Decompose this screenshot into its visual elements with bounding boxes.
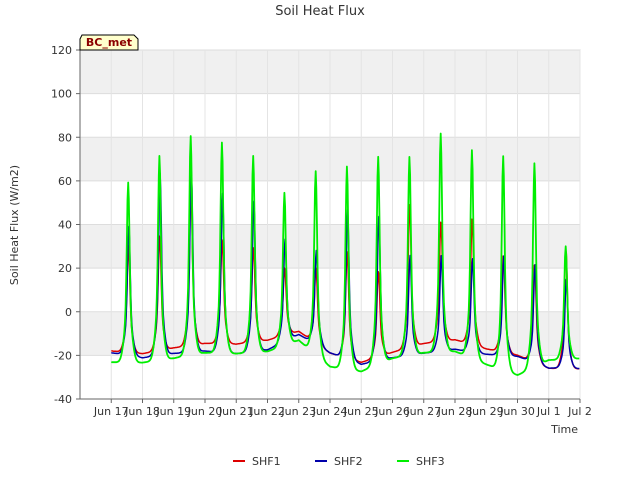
y-tick-label: 20 — [58, 262, 72, 275]
y-tick-label: 80 — [58, 131, 72, 144]
x-tick-label: Jun 20 — [187, 405, 223, 418]
x-axis-label: Time — [550, 423, 578, 436]
legend-label-shf1: SHF1 — [252, 455, 281, 468]
x-tick-label: Jun 21 — [218, 405, 254, 418]
x-tick-label: Jun 22 — [249, 405, 285, 418]
x-tick-label: Jun 17 — [93, 405, 129, 418]
chart: Soil Heat Flux -40 -20 0 20 40 60 80 100 120 Jun … — [8, 4, 592, 468]
y-tick-label: 100 — [51, 88, 72, 101]
x-tick-label: Jul 1 — [536, 405, 561, 418]
y-tick-label: 120 — [51, 44, 72, 57]
x-tick-label: Jun 24 — [312, 405, 348, 418]
y-tick-label: 0 — [65, 306, 72, 319]
y-tick-label: 40 — [58, 219, 72, 232]
x-tick-label: Jun 30 — [499, 405, 535, 418]
y-tick-label: 60 — [58, 175, 72, 188]
y-axis-label: Soil Heat Flux (W/m2) — [8, 165, 21, 285]
x-tick-label: Jun 25 — [343, 405, 379, 418]
y-tick-label: -20 — [54, 349, 72, 362]
x-tick-label: Jun 29 — [468, 405, 504, 418]
x-tick-label: Jul 2 — [567, 405, 592, 418]
x-tick-label: Jun 18 — [124, 405, 160, 418]
station-badge: BC_met — [79, 34, 139, 51]
legend-label-shf2: SHF2 — [334, 455, 363, 468]
legend: SHF1 SHF2 SHF3 — [233, 455, 445, 468]
chart-title: Soil Heat Flux — [275, 4, 365, 19]
x-tick-label: Jun 28 — [437, 405, 473, 418]
station-badge-label: BC_met — [86, 36, 132, 49]
y-tick-label: -40 — [54, 393, 72, 406]
legend-label-shf3: SHF3 — [416, 455, 445, 468]
x-tick-label: Jun 26 — [374, 405, 410, 418]
x-tick-label: Jun 23 — [280, 405, 316, 418]
x-tick-label: Jun 19 — [155, 405, 191, 418]
x-tick-label: Jun 27 — [405, 405, 441, 418]
